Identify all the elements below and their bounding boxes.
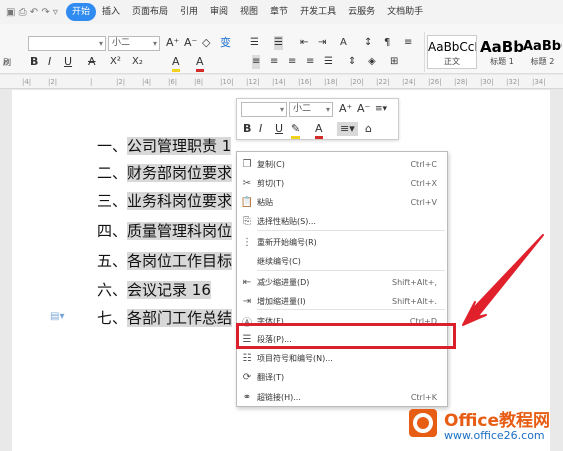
brand-name: Office教程网 [444,411,551,431]
annotation-arrow [462,234,544,326]
watermark-logo: Office教程网 www.office26.com [398,398,563,451]
brand-url: www.office26.com [444,429,545,442]
red-arrow-icon [462,234,544,326]
office-logo-icon [409,409,437,437]
